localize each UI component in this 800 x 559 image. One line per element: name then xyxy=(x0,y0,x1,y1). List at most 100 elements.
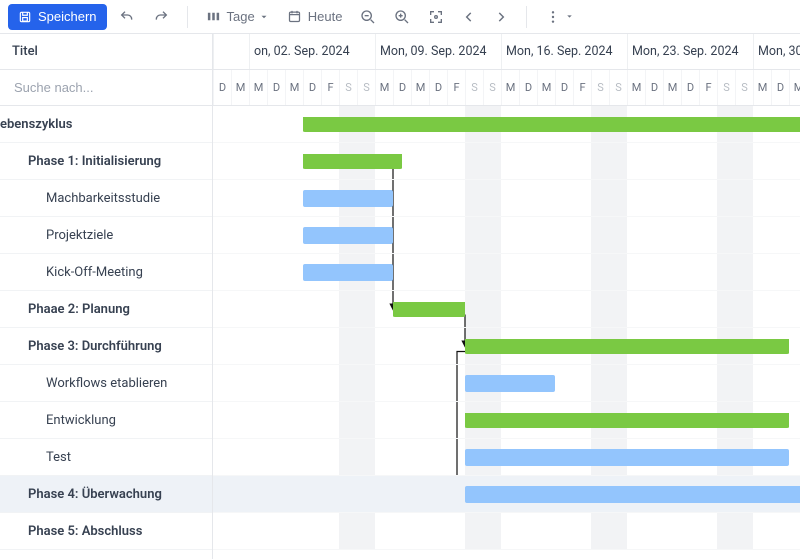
week-label: Mon, 16. Sep. 2024 xyxy=(506,44,613,59)
week-col: Mon, 16. Sep. 2024 xyxy=(501,34,627,69)
task-bar[interactable] xyxy=(303,227,393,244)
day-col: M xyxy=(231,70,249,105)
task-row[interactable]: Kick-Off-Meeting xyxy=(0,254,212,291)
column-header-title[interactable]: Titel xyxy=(0,34,212,70)
timeline-row[interactable] xyxy=(213,365,800,402)
task-row[interactable]: Phase 3: Durchführung xyxy=(0,328,212,365)
week-label: Mon, 30. Sep. xyxy=(758,44,800,59)
undo-icon xyxy=(119,9,135,25)
task-bar[interactable] xyxy=(465,486,800,503)
task-bar[interactable] xyxy=(303,264,393,281)
scale-dropdown[interactable]: Tage xyxy=(200,4,275,30)
day-col: D xyxy=(267,70,285,105)
today-label: Heute xyxy=(308,9,343,24)
task-title: Kick-Off-Meeting xyxy=(46,265,143,280)
timeline-row[interactable] xyxy=(213,254,800,291)
redo-button[interactable] xyxy=(147,4,175,30)
zoom-in-button[interactable] xyxy=(388,4,416,30)
task-row[interactable]: Workflows etablieren xyxy=(0,365,212,402)
more-vertical-icon xyxy=(545,9,561,25)
timeline-row[interactable] xyxy=(213,513,800,550)
chevron-down-icon xyxy=(565,12,574,21)
timeline-row[interactable] xyxy=(213,217,800,254)
task-bar[interactable] xyxy=(465,375,555,392)
divider xyxy=(526,6,527,28)
summary-bar[interactable] xyxy=(393,302,465,317)
task-title: Phase 3: Durchführung xyxy=(28,339,162,354)
day-col: M xyxy=(411,70,429,105)
save-button[interactable]: Speichern xyxy=(8,4,107,30)
task-row[interactable]: Entwicklung xyxy=(0,402,212,439)
task-row[interactable]: Projektziele xyxy=(0,217,212,254)
summary-bar[interactable] xyxy=(303,117,800,132)
summary-bar[interactable] xyxy=(465,339,789,354)
prev-button[interactable] xyxy=(456,4,482,30)
summary-bar[interactable] xyxy=(465,413,789,428)
task-title: Phase 1: Initialisierung xyxy=(28,154,161,169)
day-col: M xyxy=(753,70,771,105)
day-col: M xyxy=(501,70,519,105)
day-col: M xyxy=(537,70,555,105)
day-col: S xyxy=(357,70,375,105)
timeline-row[interactable] xyxy=(213,143,800,180)
next-button[interactable] xyxy=(488,4,514,30)
task-title: Workflows etablieren xyxy=(46,376,167,391)
day-col: S xyxy=(609,70,627,105)
task-title: Phaae 2: Planung xyxy=(28,302,130,317)
chevron-right-icon xyxy=(494,10,508,24)
task-title: Entwicklung xyxy=(46,413,116,428)
chevron-left-icon xyxy=(462,10,476,24)
task-row[interactable]: Machbarkeitsstudie xyxy=(0,180,212,217)
zoom-out-button[interactable] xyxy=(354,4,382,30)
timeline-row[interactable] xyxy=(213,402,800,439)
divider xyxy=(187,6,188,28)
day-col: S xyxy=(735,70,753,105)
zoom-fit-button[interactable] xyxy=(422,4,450,30)
task-row[interactable]: Phase 4: Überwachung xyxy=(0,476,212,513)
undo-button[interactable] xyxy=(113,4,141,30)
task-title: Test xyxy=(46,450,71,465)
timeline-panel: on, 02. Sep. 2024Mon, 09. Sep. 2024Mon, … xyxy=(213,34,800,559)
summary-bar[interactable] xyxy=(303,154,402,169)
more-menu-button[interactable] xyxy=(539,4,580,30)
column-header-label: Titel xyxy=(12,44,38,59)
timeline-body[interactable] xyxy=(213,106,800,550)
task-row[interactable]: Phase 5: Abschluss xyxy=(0,513,212,550)
scale-label: Tage xyxy=(227,9,255,24)
day-col: F xyxy=(573,70,591,105)
timeline-days-header: DMMDMDFSSMDMDFSSMDMDFSSMDMDFSSMDMDFSS xyxy=(213,70,800,106)
timeline-row[interactable] xyxy=(213,328,800,365)
task-bar[interactable] xyxy=(465,449,789,466)
day-col: M xyxy=(249,70,267,105)
timeline-row[interactable] xyxy=(213,439,800,476)
day-col: S xyxy=(717,70,735,105)
week-col: Mon, 23. Sep. 2024 xyxy=(627,34,753,69)
task-title: Phase 5: Abschluss xyxy=(28,524,142,539)
day-col: F xyxy=(447,70,465,105)
timeline-row[interactable] xyxy=(213,476,800,513)
timeline-weeks-header: on, 02. Sep. 2024Mon, 09. Sep. 2024Mon, … xyxy=(213,34,800,70)
week-col: Mon, 30. Sep. xyxy=(753,34,800,69)
day-col: M xyxy=(663,70,681,105)
main: Titel ebenszyklus Phase 1: Initialisierun… xyxy=(0,34,800,559)
week-col: on, 02. Sep. 2024 xyxy=(249,34,375,69)
day-col: D xyxy=(213,70,231,105)
timeline-row[interactable] xyxy=(213,291,800,328)
task-row[interactable]: ebenszyklus xyxy=(0,106,212,143)
task-row[interactable]: Phaae 2: Planung xyxy=(0,291,212,328)
timeline-row[interactable] xyxy=(213,106,800,143)
task-row[interactable]: Phase 1: Initialisierung xyxy=(0,143,212,180)
week-label: Mon, 23. Sep. 2024 xyxy=(632,44,739,59)
day-col: D xyxy=(519,70,537,105)
task-row[interactable]: Test xyxy=(0,439,212,476)
save-icon xyxy=(18,10,32,24)
timeline-row[interactable] xyxy=(213,180,800,217)
day-col: D xyxy=(429,70,447,105)
task-bar[interactable] xyxy=(303,190,393,207)
day-col: D xyxy=(555,70,573,105)
search-input[interactable] xyxy=(12,79,200,96)
task-title: Projektziele xyxy=(46,228,113,243)
day-col: D xyxy=(303,70,321,105)
today-button[interactable]: Heute xyxy=(281,4,349,30)
day-col: D xyxy=(681,70,699,105)
